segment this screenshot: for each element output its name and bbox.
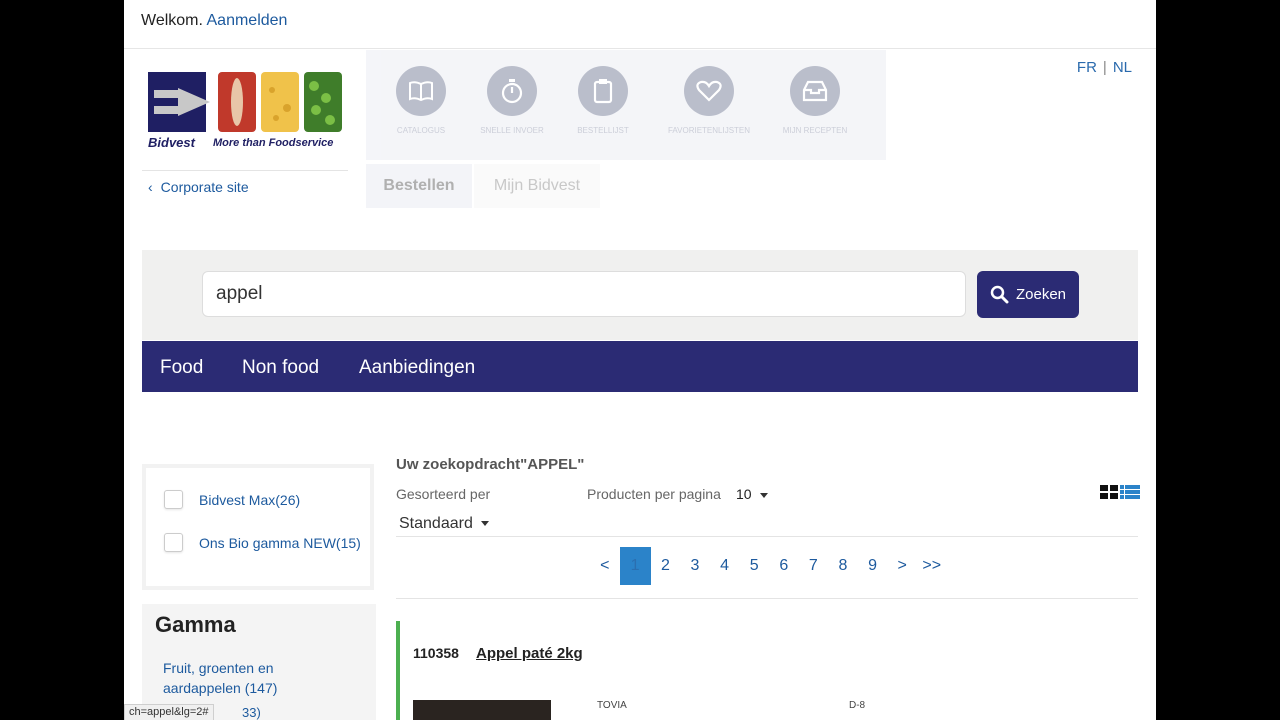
login-link[interactable]: Aanmelden xyxy=(207,12,288,29)
divider xyxy=(396,598,1138,599)
nav-bestellijst[interactable]: BESTELLIJST xyxy=(553,66,653,136)
nav-mijn-recepten-label: MIJN RECEPTEN xyxy=(782,126,848,135)
page: Welkom. Aanmelden FR | NL Bidvest More tha… xyxy=(124,0,1156,720)
main-nav: CATALOGUS SNELLE INVOER BESTELLIJST FAVO… xyxy=(366,50,886,160)
caret-down-icon xyxy=(759,492,768,498)
page-2[interactable]: 2 xyxy=(651,547,681,585)
page-9[interactable]: 9 xyxy=(858,547,888,585)
divider xyxy=(396,536,1138,537)
category-food[interactable]: Food xyxy=(160,357,203,379)
nav-favorieten-label: FAVORIETENLIJSTEN xyxy=(667,126,751,135)
page-3[interactable]: 3 xyxy=(680,547,710,585)
search-button-label: Zoeken xyxy=(1015,286,1067,303)
chevron-left-icon: ‹ xyxy=(148,179,153,195)
gamma-title: Gamma xyxy=(155,612,236,637)
logo-brand: Bidvest xyxy=(148,135,195,150)
nav-snelle-invoer-label: SNELLE INVOER xyxy=(480,126,544,135)
product-brand: TOVIA xyxy=(597,700,627,711)
nav-favorieten[interactable]: FAVORIETENLIJSTEN xyxy=(659,66,759,136)
per-page-label: Producten per pagina xyxy=(587,486,721,502)
checkbox[interactable] xyxy=(164,490,183,509)
search-icon xyxy=(990,285,1009,304)
stopwatch-icon xyxy=(487,66,537,116)
page-8[interactable]: 8 xyxy=(828,547,858,585)
page-next[interactable]: > xyxy=(887,547,917,585)
gamma-panel: Gamma Fruit, groenten en aardappelen (14… xyxy=(142,604,376,720)
book-icon xyxy=(396,66,446,116)
product-name-link[interactable]: Appel paté 2kg xyxy=(476,645,583,662)
welcome-label: Welkom. xyxy=(141,12,203,29)
page-1[interactable]: 1 xyxy=(619,547,651,585)
clipboard-icon xyxy=(578,66,628,116)
status-bar-url: ch=appel&lg=2# xyxy=(124,704,214,720)
list-view-icon[interactable] xyxy=(1120,485,1140,499)
grid-view-icon[interactable] xyxy=(1100,485,1118,499)
corporate-site-link[interactable]: ‹ Corporate site xyxy=(148,179,249,195)
checkbox[interactable] xyxy=(164,533,183,552)
nav-snelle-invoer[interactable]: SNELLE INVOER xyxy=(462,66,562,136)
view-toggle xyxy=(1100,484,1140,500)
filter-bio-gamma[interactable]: Ons Bio gamma NEW(15) xyxy=(164,533,361,552)
welcome-text: Welkom. Aanmelden xyxy=(141,12,287,30)
product-accent-bar xyxy=(396,621,400,720)
heart-icon xyxy=(684,66,734,116)
nav-catalogus[interactable]: CATALOGUS xyxy=(371,66,471,136)
gamma-item-fruit[interactable]: Fruit, groenten en aardappelen (147) xyxy=(163,658,343,698)
page-prev[interactable]: < xyxy=(590,547,620,585)
lang-fr-link[interactable]: FR xyxy=(1077,59,1097,76)
filter-label: Bidvest Max(26) xyxy=(199,491,301,508)
filter-label: Ons Bio gamma NEW(15) xyxy=(199,534,361,551)
pagination: < 1 2 3 4 5 6 7 8 9 > >> xyxy=(590,547,947,585)
top-bar: Welkom. Aanmelden xyxy=(124,0,1156,49)
tab-bestellen[interactable]: Bestellen xyxy=(366,164,472,208)
search-button[interactable]: Zoeken xyxy=(977,271,1079,318)
page-4[interactable]: 4 xyxy=(710,547,740,585)
category-bar: Food ☝ Non food Aanbiedingen xyxy=(142,341,1138,715)
corporate-site-label: Corporate site xyxy=(160,179,249,195)
nav-bestellijst-label: BESTELLIJST xyxy=(577,126,629,135)
page-last[interactable]: >> xyxy=(917,547,947,585)
lang-separator: | xyxy=(1102,59,1107,76)
filter-panel: Bidvest Max(26) Ons Bio gamma NEW(15) xyxy=(146,468,370,586)
sort-select[interactable]: Standaard xyxy=(399,515,489,533)
sort-value: Standaard xyxy=(399,515,473,532)
nav-mijn-recepten[interactable]: MIJN RECEPTEN xyxy=(765,66,865,136)
caret-down-icon xyxy=(480,521,489,527)
product-code: 110358 xyxy=(413,645,459,661)
category-aanbiedingen[interactable]: Aanbiedingen xyxy=(359,357,475,379)
logo-tagline: More than Foodservice xyxy=(213,137,334,149)
logo-divider xyxy=(142,170,348,171)
gamma-item-partial[interactable]: 33) xyxy=(242,705,261,720)
search-input[interactable]: appel xyxy=(202,271,966,317)
lang-nl-link[interactable]: NL xyxy=(1113,59,1132,76)
results-title: Uw zoekopdracht"APPEL" xyxy=(396,456,585,473)
per-page-value: 10 xyxy=(736,486,752,502)
product-image[interactable] xyxy=(413,700,551,720)
nav-catalogus-label: CATALOGUS xyxy=(396,126,446,135)
language-switch: FR | NL xyxy=(1077,59,1132,76)
per-page-select[interactable]: 10 xyxy=(736,486,768,502)
filter-bidvest-max[interactable]: Bidvest Max(26) xyxy=(164,490,300,509)
inbox-icon xyxy=(790,66,840,116)
sort-label: Gesorteerd per xyxy=(396,486,491,502)
page-5[interactable]: 5 xyxy=(739,547,769,585)
category-non-food[interactable]: Non food xyxy=(242,357,319,379)
bidvest-logo[interactable]: Bidvest More than Foodservice xyxy=(148,72,342,152)
page-7[interactable]: 7 xyxy=(799,547,829,585)
tab-mijn-bidvest[interactable]: Mijn Bidvest xyxy=(474,164,600,208)
page-6[interactable]: 6 xyxy=(769,547,799,585)
product-delivery-code: D-8 xyxy=(849,700,866,711)
